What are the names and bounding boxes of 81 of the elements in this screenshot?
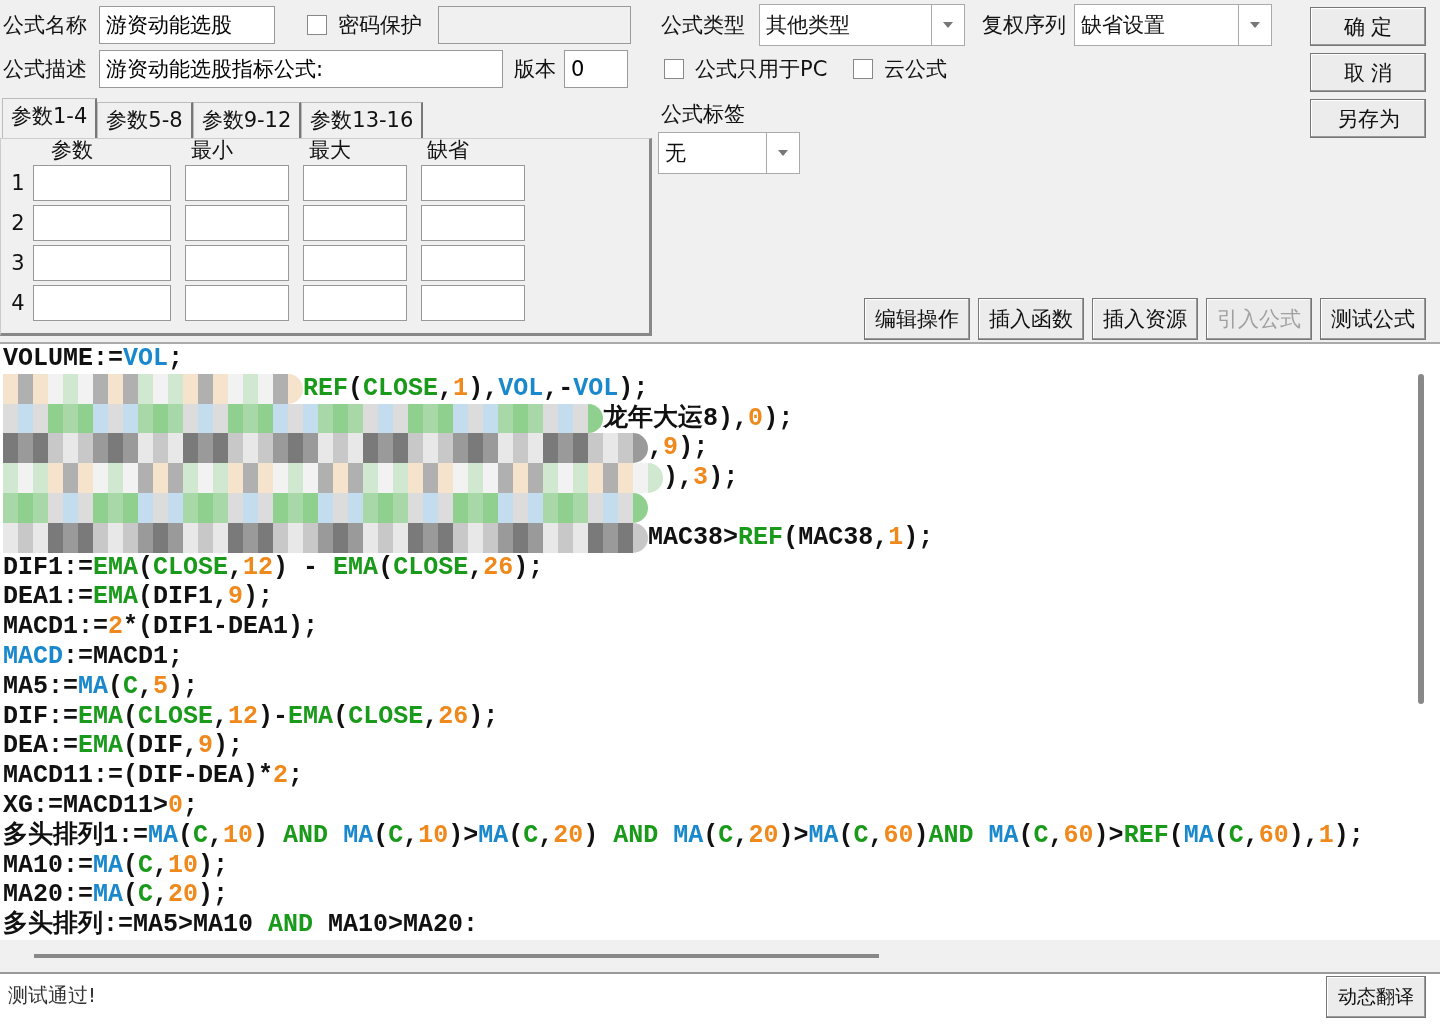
- password-label: 密码保护: [337, 12, 422, 39]
- checkbox[interactable]: [307, 15, 327, 35]
- dropdown-arrow-icon: [943, 22, 953, 28]
- adjust-series-dropdown[interactable]: 缺省设置: [1074, 4, 1272, 46]
- parameter-field[interactable]: [303, 245, 407, 281]
- code-line: MAC38>REF(MAC38,1);: [648, 522, 934, 552]
- parameter-field[interactable]: [421, 205, 525, 241]
- code-line: 多头排列1:=MA(C,10) AND MA(C,10)>MA(C,20) AND MA(C,20)>MA(C,60)AND MA(C,60)>REF(MA(C,60),1);: [3, 820, 1364, 850]
- code-line: DEA1:=EMA(DIF1,9);: [3, 582, 274, 612]
- code-line: VOLUME:=VOL;: [3, 344, 184, 373]
- toolbar-button[interactable]: 插入资源: [1092, 298, 1198, 340]
- checkbox[interactable]: [853, 59, 874, 79]
- code-line: MA5:=MA(C,5);: [3, 671, 199, 701]
- code-line: DEA:=EMA(DIF,9);: [3, 731, 244, 761]
- column-header: 最大: [308, 139, 352, 161]
- code-line: 多头排列:=MA5>MA10 AND MA10>MA20:: [3, 910, 479, 940]
- parameter-field[interactable]: [185, 245, 289, 281]
- code-line: MA20:=MA(C,20);: [3, 880, 229, 910]
- parameter-field[interactable]: [303, 285, 407, 321]
- toolbar-button[interactable]: 测试公式: [1320, 298, 1426, 340]
- code-line: MACD11:=(DIF-DEA)*2;: [3, 761, 304, 791]
- parameter-tab[interactable]: 参数1-4: [2, 98, 98, 138]
- adjust-series-label: 复权序列: [981, 12, 1066, 39]
- translate-button[interactable]: 动态翻译: [1326, 976, 1426, 1018]
- parameter-field[interactable]: [33, 245, 171, 281]
- dialog-button[interactable]: 确 定: [1310, 7, 1426, 46]
- formula-tag-dropdown[interactable]: 无: [658, 132, 800, 174]
- status-message: 测试通过!: [8, 982, 97, 1009]
- row-number: 2: [10, 211, 26, 235]
- column-header: 参数: [50, 139, 94, 161]
- code-line: REF(CLOSE,1),VOL,-VOL);: [303, 373, 649, 403]
- password-field[interactable]: [438, 6, 631, 44]
- parameter-tab[interactable]: 参数5-8: [97, 102, 193, 138]
- toolbar-button[interactable]: 编辑操作: [864, 298, 970, 340]
- parameter-field[interactable]: [303, 165, 407, 201]
- code-line: MACD:=MACD1;: [3, 641, 184, 671]
- version-field[interactable]: 0: [564, 50, 628, 88]
- dialog-button[interactable]: 取 消: [1310, 53, 1426, 92]
- row-number: 3: [10, 251, 26, 275]
- dropdown-arrow-icon: [1250, 22, 1260, 28]
- column-header: 最小: [190, 139, 234, 161]
- parameter-field[interactable]: [185, 205, 289, 241]
- parameter-field[interactable]: [421, 165, 525, 201]
- parameter-field[interactable]: [303, 205, 407, 241]
- parameter-field[interactable]: [33, 205, 171, 241]
- parameter-field[interactable]: [421, 245, 525, 281]
- option-label: 公式只用于PC: [694, 56, 828, 83]
- code-line: DIF:=EMA(CLOSE,12)-EMA(CLOSE,26);: [3, 701, 499, 731]
- parameter-field[interactable]: [185, 165, 289, 201]
- code-line: DIF1:=EMA(CLOSE,12) - EMA(CLOSE,26);: [3, 552, 544, 582]
- formula-type-dropdown[interactable]: 其他类型: [759, 4, 965, 46]
- code-line: XG:=MACD11>0;: [3, 790, 199, 820]
- parameter-field[interactable]: [421, 285, 525, 321]
- description-label: 公式描述: [2, 56, 87, 83]
- description-field[interactable]: 游资动能选股指标公式:: [99, 50, 503, 88]
- toolbar-button[interactable]: 插入函数: [978, 298, 1084, 340]
- formula-name-label: 公式名称: [2, 12, 87, 39]
- code-line: MACD1:=2*(DIF1-DEA1);: [3, 612, 319, 642]
- parameter-tab[interactable]: 参数9-12: [192, 102, 302, 138]
- formula-tag-label: 公式标签: [660, 101, 746, 128]
- parameter-field[interactable]: [185, 285, 289, 321]
- formula-name-field[interactable]: 游资动能选股: [99, 6, 275, 44]
- formula-type-label: 公式类型: [660, 12, 745, 39]
- row-number: 1: [10, 171, 26, 195]
- code-line: ,9);: [648, 433, 709, 463]
- row-number: 4: [10, 291, 26, 315]
- code-line: MA10:=MA(C,10);: [3, 850, 229, 880]
- parameter-field[interactable]: [33, 165, 171, 201]
- code-line: 龙年大运8),0);: [603, 403, 794, 433]
- horizontal-scrollbar[interactable]: [34, 954, 879, 958]
- code-line: ),3);: [663, 463, 739, 493]
- code-editor[interactable]: [0, 342, 1440, 940]
- parameter-field[interactable]: [33, 285, 171, 321]
- checkbox[interactable]: [664, 59, 684, 79]
- vertical-scrollbar[interactable]: [1418, 374, 1424, 704]
- dialog-button[interactable]: 另存为: [1310, 99, 1426, 138]
- column-header: 缺省: [426, 139, 470, 161]
- dropdown-arrow-icon: [778, 150, 788, 156]
- parameter-tab[interactable]: 参数13-16: [301, 102, 424, 138]
- version-label: 版本: [513, 56, 556, 83]
- option-label: 云公式: [883, 56, 948, 83]
